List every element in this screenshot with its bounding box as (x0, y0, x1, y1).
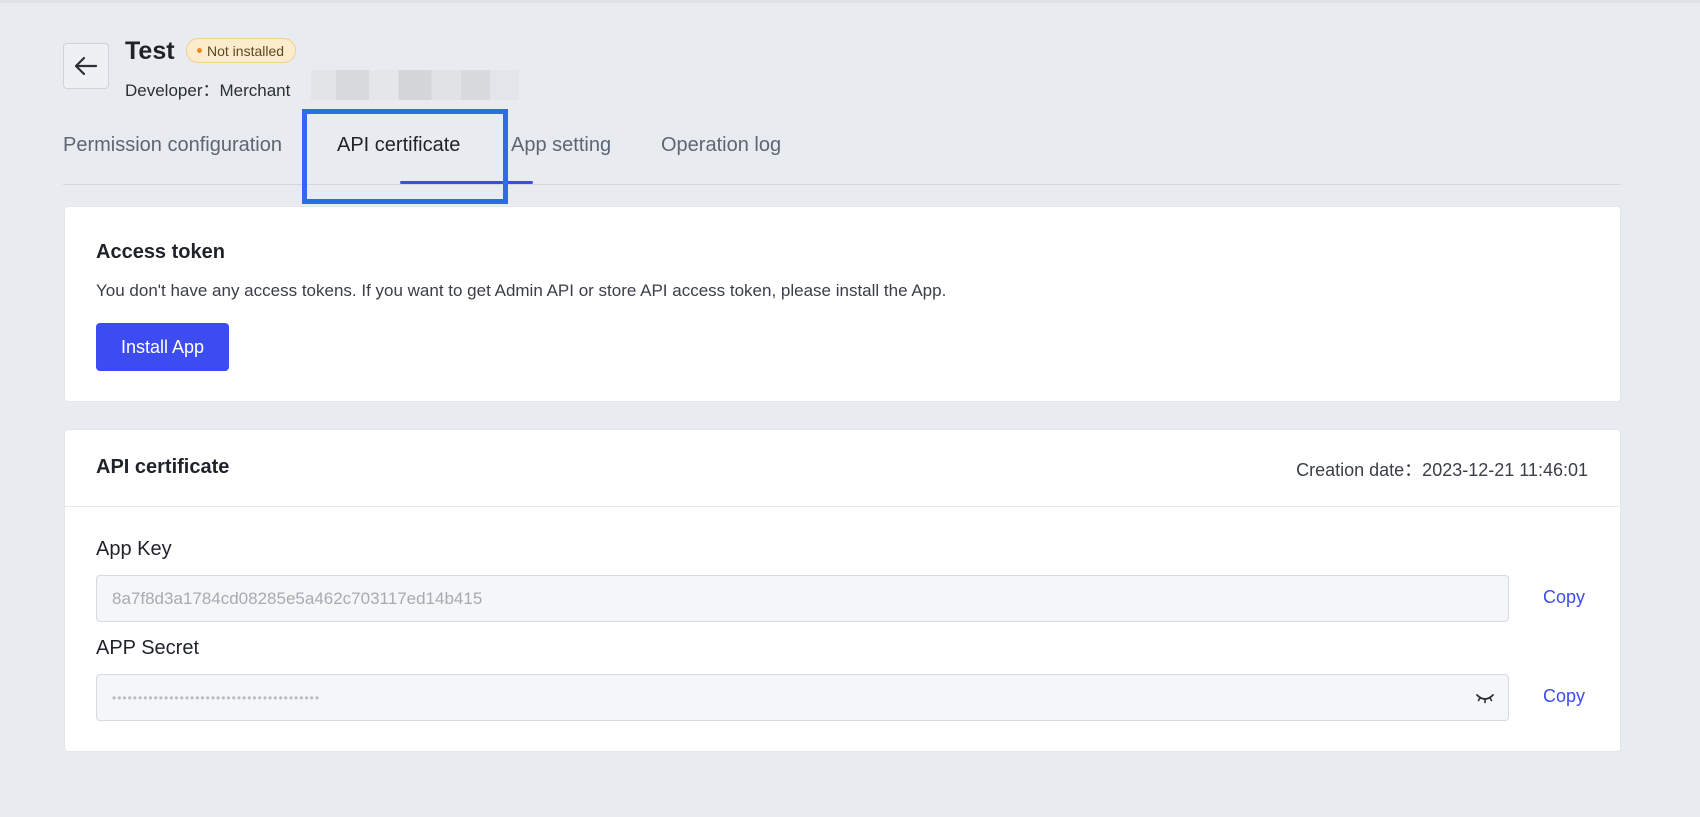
arrow-left-icon (74, 56, 98, 76)
tab-permission-configuration[interactable]: Permission configuration (63, 134, 282, 157)
app-secret-label: APP Secret (96, 637, 200, 659)
app-secret-field[interactable]: •••••••••••••••••••••••••••••••••••••••• (96, 674, 1509, 721)
api-certificate-card: API certificate Creation date：2023-12-21… (64, 429, 1621, 752)
copy-app-secret-button[interactable]: Copy (1543, 686, 1585, 707)
active-tab-indicator (400, 181, 533, 184)
app-key-value: 8a7f8d3a1784cd08285e5a462c703117ed14b415 (112, 588, 483, 608)
app-key-label: App Key (96, 538, 172, 560)
creation-date: Creation date：2023-12-21 11:46:01 (1296, 460, 1588, 480)
top-strip (0, 0, 1700, 3)
app-key-field[interactable]: 8a7f8d3a1784cd08285e5a462c703117ed14b415 (96, 575, 1509, 622)
tab-app-setting[interactable]: App setting (511, 134, 611, 157)
status-badge: Not installed (186, 38, 297, 63)
api-certificate-title: API certificate (96, 456, 230, 478)
status-dot (197, 48, 202, 53)
tab-bar: Permission configuration API certificate… (63, 130, 1621, 185)
status-badge-label: Not installed (207, 42, 285, 59)
copy-app-key-button[interactable]: Copy (1543, 587, 1585, 608)
access-token-description: You don't have any access tokens. If you… (96, 281, 947, 300)
access-token-card: Access token You don't have any access t… (64, 206, 1621, 402)
developer-label: Developer：Merchant (125, 81, 291, 100)
tab-operation-log[interactable]: Operation log (661, 134, 781, 157)
redacted-developer-name (311, 70, 519, 100)
app-title: Test (125, 37, 175, 65)
card-divider (65, 506, 1620, 507)
access-token-title: Access token (96, 241, 225, 263)
eye-closed-icon[interactable] (1475, 691, 1495, 705)
app-secret-value: •••••••••••••••••••••••••••••••••••••••• (112, 690, 321, 705)
tab-api-certificate[interactable]: API certificate (337, 134, 460, 157)
install-app-button[interactable]: Install App (96, 323, 229, 371)
back-button[interactable] (63, 43, 109, 89)
